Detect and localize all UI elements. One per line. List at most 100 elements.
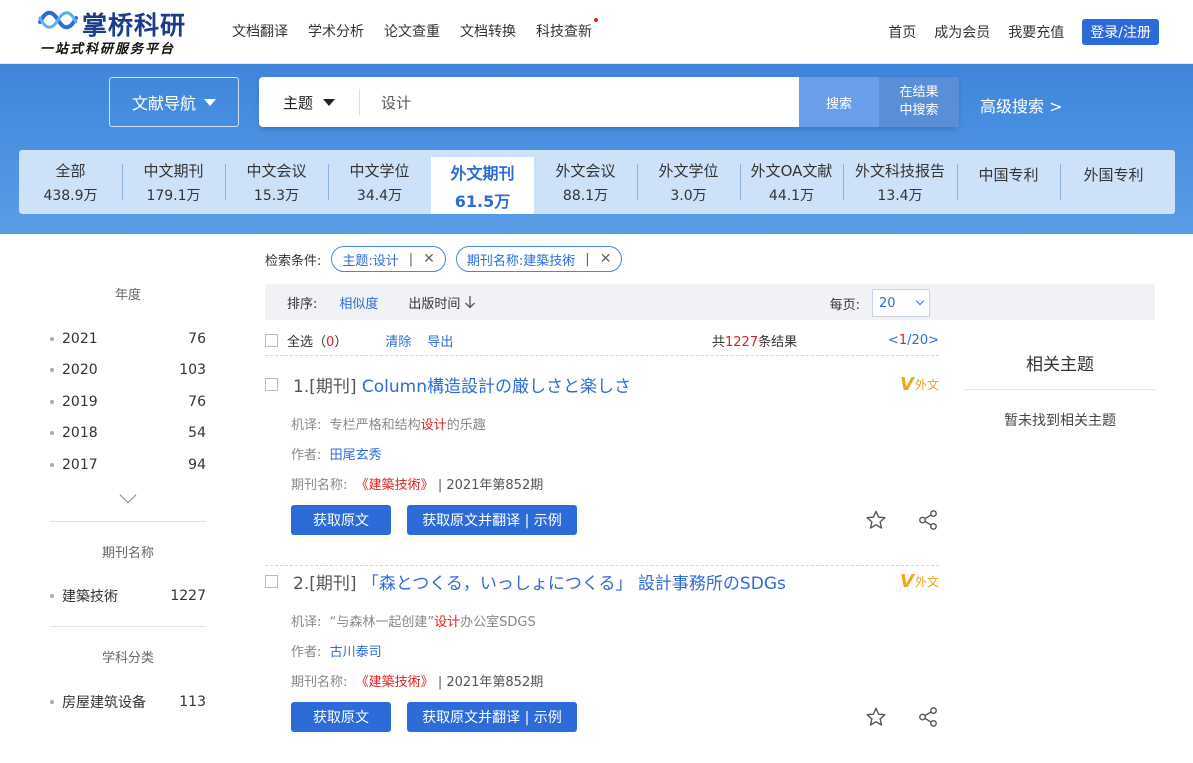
tab-count: 13.4万 [877,187,923,204]
tab-cn-degree[interactable]: 中文学位 34.4万 [328,150,431,214]
logo-name: 掌桥科研 [82,11,187,40]
tab-count: 61.5万 [454,191,511,211]
logo[interactable]: 掌桥科研 一站式科研服务平台 [38,6,198,58]
pager-total[interactable]: /20> [907,333,939,348]
bullet-icon [50,699,54,704]
facet-subject-item[interactable]: 房屋建筑设备 113 [50,686,206,718]
bullet-icon [50,431,54,436]
facet-count: 103 [179,362,206,379]
journal-label: 期刊名称: [291,675,348,690]
result-title[interactable]: 2.[期刊] 「森とつくる，いっしょにつくる」 設計事務所のSDGs [293,569,786,594]
tab-foreign-journal[interactable]: 外文期刊 61.5万 [431,157,534,214]
journal-link[interactable]: 《建築技術》 [356,478,434,493]
facet-label: 2018 [62,425,98,442]
tab-cn-conference[interactable]: 中文会议 15.3万 [225,150,328,214]
share-icon[interactable] [917,509,939,531]
nav-analysis[interactable]: 学术分析 [308,21,364,41]
result-checkbox[interactable] [265,575,278,588]
condition-chip[interactable]: 期刊名称:建築技術 | ✕ [455,246,623,272]
sort-pubtime[interactable]: 出版时间 [408,293,476,312]
facet-count: 94 [188,456,206,473]
top-bar: 掌桥科研 一站式科研服务平台 文档翻译 学术分析 论文查重 文档转换 科技查新 … [0,0,1193,64]
pager-prev[interactable]: < [888,333,899,348]
result-title[interactable]: 1.[期刊] Column構造設計の厳しさと楽しさ [293,372,631,397]
search-within-label: 在结果 中搜索 [899,84,938,120]
pager[interactable]: <1/20> [888,333,939,348]
search-input[interactable] [381,77,791,127]
tab-foreign-degree[interactable]: 外文学位 3.0万 [637,150,740,214]
search-divider [359,89,360,115]
total-prefix: 共 [712,335,726,350]
facet-year-item[interactable]: 2019 76 [50,386,206,418]
doc-nav-label: 文献导航 [131,94,196,113]
close-icon[interactable]: ✕ [423,251,435,267]
nav-convert[interactable]: 文档转换 [460,21,516,41]
chevron-down-icon [915,296,925,306]
search-field-label: 主题 [282,93,313,112]
facet-year-item[interactable]: 2020 103 [50,355,206,387]
author-link[interactable]: 古川泰司 [330,645,382,660]
doc-nav-button[interactable]: 文献导航 [109,77,239,127]
get-fulltext-translate-button[interactable]: 获取原文并翻译 | 示例 [407,702,577,732]
tab-label: 外文会议 [555,161,616,180]
get-fulltext-button[interactable]: 获取原文 [291,505,391,535]
trans-a: 专栏严格和结构 [329,418,421,433]
facet-journal-item[interactable]: 建築技術 1227 [50,581,206,613]
sort-similarity[interactable]: 相似度 [339,293,378,312]
star-icon[interactable] [865,706,887,728]
result-checkbox[interactable] [265,378,278,391]
result-item: 1.[期刊] Column構造設計の厳しさと楽しさ V 外文 机译: 专栏严格和结… [265,370,939,566]
chip-label: 期刊名称:建築技術 [466,253,576,269]
main-nav: 文档翻译 学术分析 论文查重 文档转换 科技查新 [232,18,598,41]
clear-link[interactable]: 清除 [385,331,411,350]
close-icon[interactable]: ✕ [600,251,612,267]
tab-foreign-report[interactable]: 外文科技报告 13.4万 [843,150,957,214]
tab-foreign-oa[interactable]: 外文OA文献 44.1万 [740,150,843,214]
link-home[interactable]: 首页 [888,22,916,42]
result-journal: 期刊名称: 《建築技術》 | 2021年第852期 [291,671,543,690]
get-fulltext-translate-button[interactable]: 获取原文并翻译 | 示例 [407,505,577,535]
export-link[interactable]: 导出 [427,331,453,350]
tab-all[interactable]: 全部 438.9万 [19,150,122,214]
facet-label: 2021 [62,330,98,347]
facet-year-item[interactable]: 2021 76 [50,323,206,355]
star-icon[interactable] [865,509,887,531]
journal-issue: | 2021年第852期 [437,675,544,690]
advanced-search-link[interactable]: 高级搜索 > [980,93,1063,117]
share-icon[interactable] [917,706,939,728]
per-page-select[interactable]: 20 [872,289,930,317]
facet-year-item[interactable]: 2017 94 [50,449,206,481]
tab-cn-journal[interactable]: 中文期刊 179.1万 [122,150,225,214]
facet-year-item[interactable]: 2018 54 [50,418,206,450]
foreign-badge: V 外文 [900,374,939,395]
facet-label: 房屋建筑设备 [62,694,146,711]
get-fulltext-button[interactable]: 获取原文 [291,702,391,732]
nav-novelty[interactable]: 科技查新 [536,18,598,41]
select-all-checkbox[interactable] [265,334,278,347]
sort-bar: 排序: 相似度 出版时间 每页: 20 [265,284,1155,320]
author-link[interactable]: 田尾玄秀 [330,448,382,463]
trans-highlight: 设计 [420,418,447,433]
bullet-icon [50,594,54,599]
new-dot-icon [594,18,598,22]
tab-foreign-patent[interactable]: 外国专利 [1060,150,1167,214]
login-button[interactable]: 登录/注册 [1082,19,1159,45]
result-translation: 机译: 专栏严格和结构设计的乐趣 [291,414,486,433]
trans-highlight: 设计 [434,615,461,630]
tab-foreign-conference[interactable]: 外文会议 88.1万 [534,150,637,214]
select-bar: 全选（0） 清除 导出 共1227条结果 <1/20> [265,326,939,356]
link-recharge[interactable]: 我要充值 [1008,22,1064,42]
bullet-icon [50,399,54,404]
search-field-select[interactable]: 主题 [259,77,359,127]
nav-translate[interactable]: 文档翻译 [232,21,288,41]
nav-plagiarism[interactable]: 论文查重 [384,21,440,41]
tab-label: 外文科技报告 [854,161,945,180]
condition-chip[interactable]: 主题:设计 | ✕ [331,246,446,272]
tab-cn-patent[interactable]: 中国专利 [957,150,1060,214]
journal-link[interactable]: 《建築技術》 [356,675,434,690]
badge-label: 外文 [914,378,939,392]
search-button[interactable]: 搜索 [799,77,879,127]
chevron-down-icon[interactable] [119,486,137,503]
link-membership[interactable]: 成为会员 [934,22,990,42]
search-within-button[interactable]: 在结果 中搜索 [879,77,959,127]
